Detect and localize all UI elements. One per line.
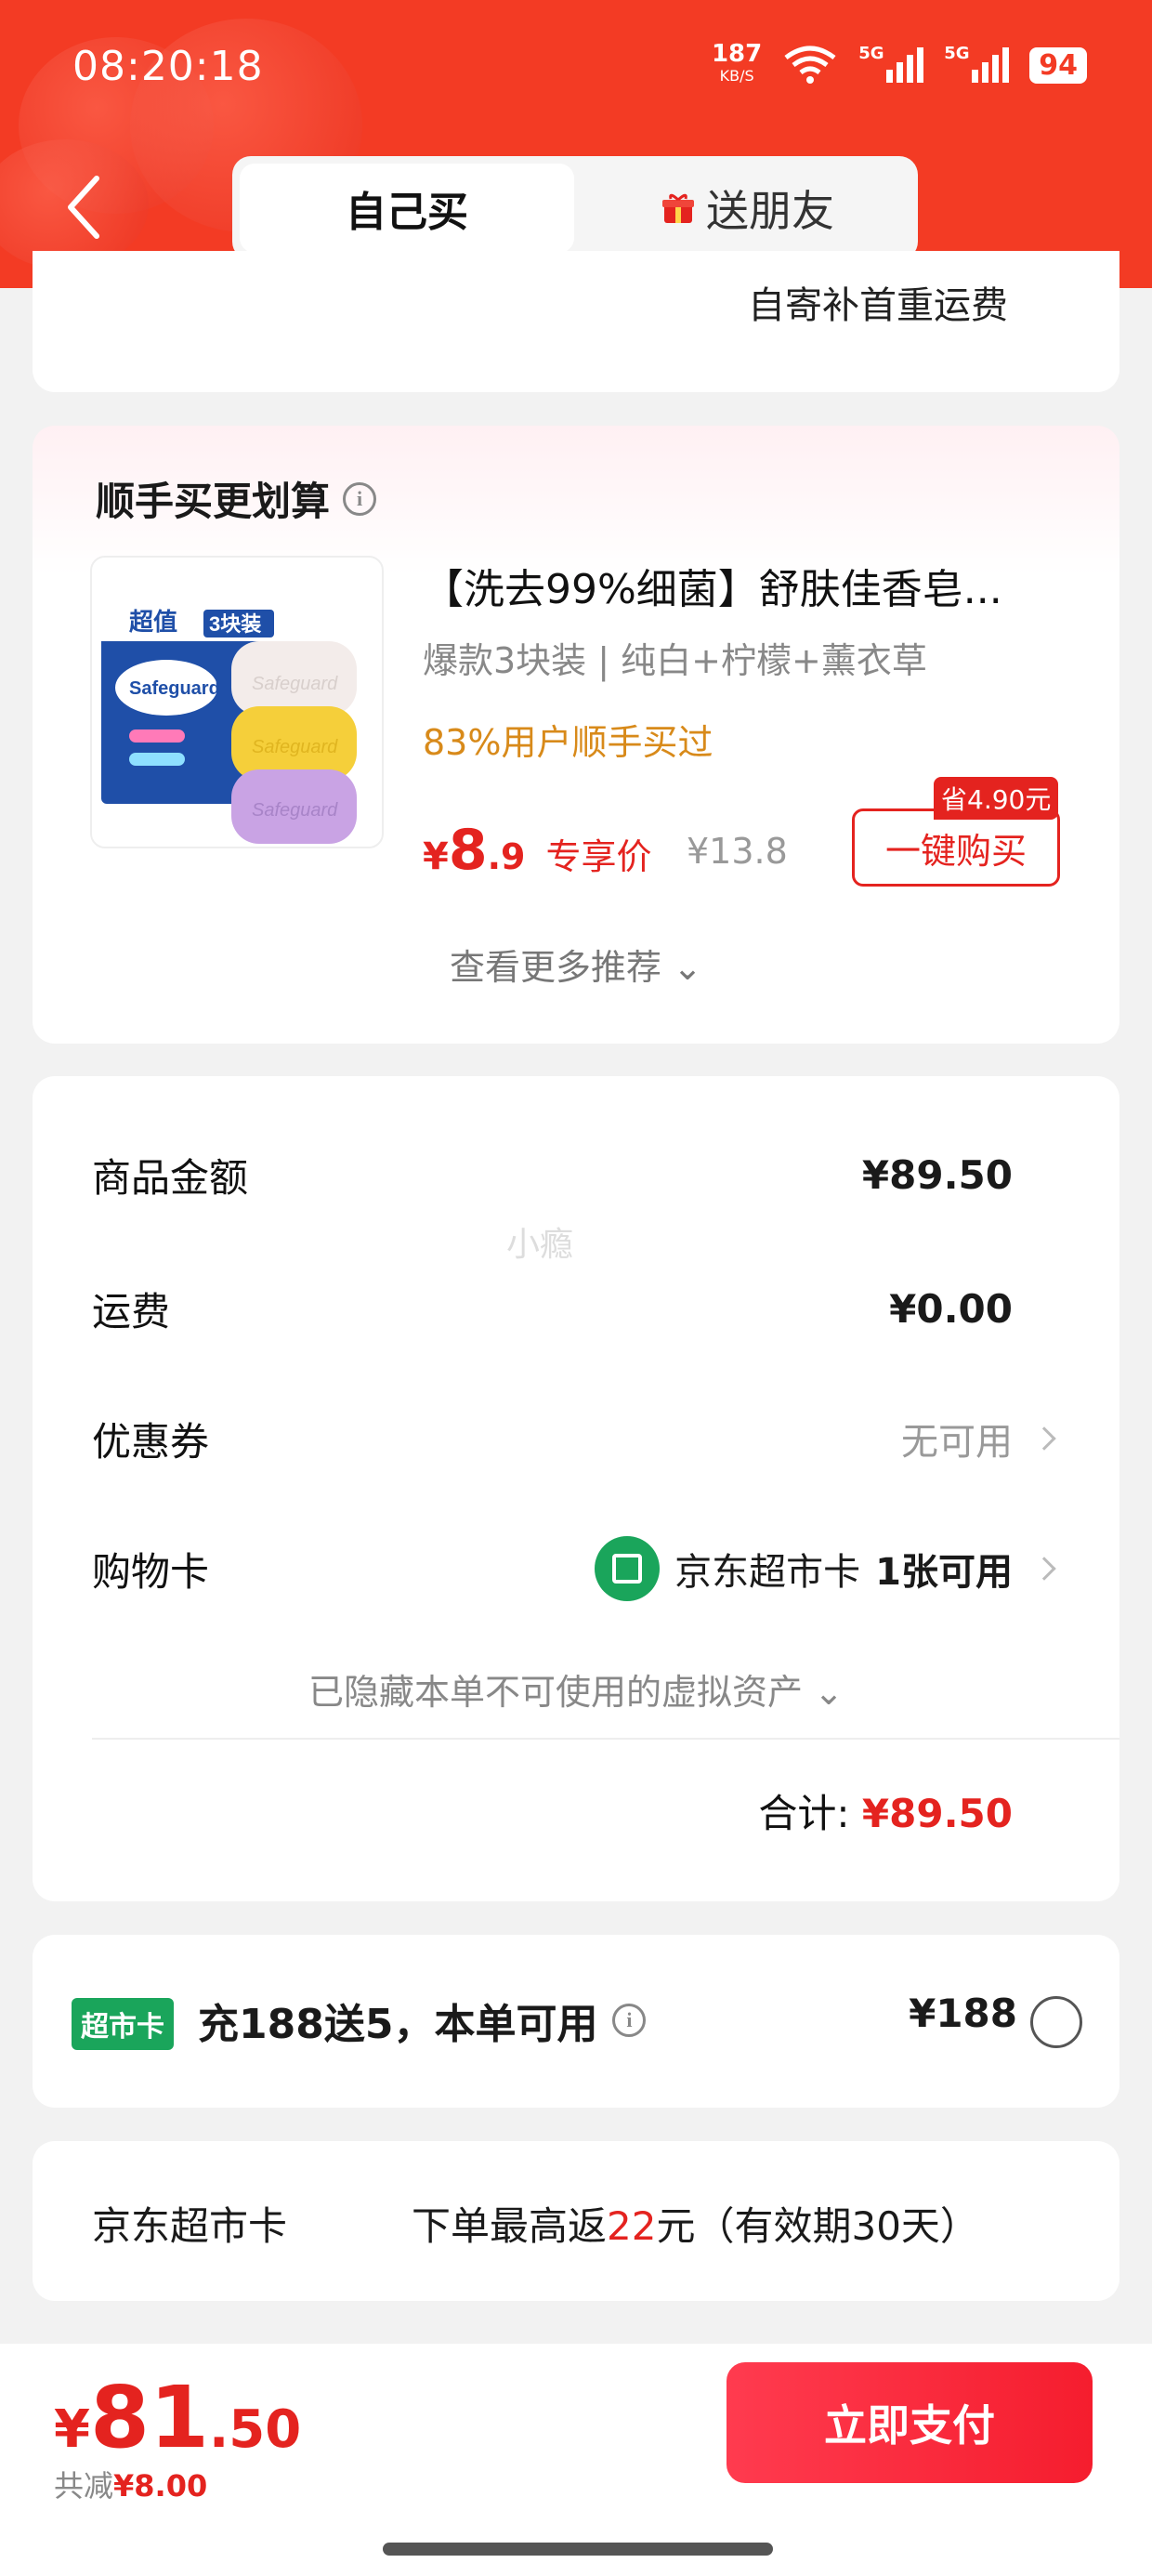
- recommend-title: 顺手买更划算 i: [96, 470, 377, 527]
- product-price: ¥ 8 .9 专享价: [423, 818, 652, 883]
- price-currency: ¥: [423, 835, 449, 878]
- market-card-desc: 充188送5，本单可用: [198, 2001, 598, 2048]
- jd-card-icon: [595, 1536, 661, 1601]
- signal-label: 5G: [944, 44, 970, 63]
- recommend-title-text: 顺手买更划算: [96, 479, 331, 524]
- pay-integer: 81: [89, 2368, 209, 2467]
- goods-amount-row: 商品金额 ¥89.50: [92, 1137, 1119, 1212]
- total-value: ¥89.50: [861, 1791, 1013, 1836]
- price-tag: 专享价: [545, 836, 652, 877]
- saved-value: ¥8.00: [113, 2468, 208, 2504]
- total: 合计: ¥89.50: [758, 1782, 1013, 1839]
- divider: [92, 1738, 1119, 1740]
- svg-text:Safeguard: Safeguard: [252, 674, 338, 694]
- shipping-note-card: 自寄补首重运费: [33, 251, 1119, 392]
- status-icons: 187 KB/S 5G 5G 94: [711, 40, 1087, 87]
- back-arrow-icon[interactable]: [65, 175, 102, 240]
- net-speed: 187 KB/S: [711, 40, 763, 87]
- market-card-text: 充188送5，本单可用 i: [198, 1991, 647, 2050]
- net-speed-value: 187: [711, 40, 763, 68]
- recommend-card: 顺手买更划算 i 超值 3块装 Safeguard Safeguard Safe…: [33, 426, 1119, 1044]
- info-icon[interactable]: i: [612, 2004, 647, 2037]
- price-integer: 8: [448, 818, 488, 883]
- saved-amount: 共减¥8.00: [54, 2463, 207, 2505]
- bottom-pay-bar: ¥ 81 .50 共减¥8.00 立即支付: [0, 2344, 1152, 2576]
- svg-text:Safeguard: Safeguard: [252, 800, 338, 821]
- tab-self-buy[interactable]: 自己买: [240, 164, 574, 253]
- jd-card-label: 京东超市卡: [92, 2203, 288, 2249]
- jd-card-avail: 1张可用: [875, 1551, 1013, 1594]
- product-image[interactable]: 超值 3块装 Safeguard Safeguard Safeguard Saf…: [90, 556, 384, 848]
- jd-card-cashback: 京东超市卡 下单最高返22元（有效期30天）: [33, 2141, 1119, 2301]
- coupon-value: 无可用: [901, 1421, 1013, 1464]
- coupon-label: 优惠券: [92, 1418, 210, 1465]
- saved-label: 共减: [54, 2468, 114, 2504]
- battery-icon: 94: [1029, 46, 1087, 84]
- order-summary-card: 小瘾 商品金额 ¥89.50 运费 ¥0.00 优惠券 无可用 购物卡 京东超市…: [33, 1076, 1119, 1901]
- chevron-right-icon: [1032, 1557, 1056, 1581]
- status-time: 08:20:18: [72, 43, 264, 90]
- tab-gift-friend[interactable]: 送朋友: [585, 164, 910, 253]
- signal-icon: 5G: [944, 44, 1010, 83]
- shopping-card-label: 购物卡: [92, 1548, 210, 1595]
- pay-decimal: .50: [209, 2399, 302, 2460]
- cashback-suffix: 元（有效期30天）: [656, 2203, 979, 2249]
- original-price: ¥13.8: [687, 831, 788, 872]
- info-icon[interactable]: i: [343, 481, 377, 516]
- signal-label: 5G: [858, 44, 884, 63]
- market-card-promo[interactable]: 超市卡 充188送5，本单可用 i ¥188: [33, 1935, 1119, 2108]
- hidden-assets-toggle[interactable]: 已隐藏本单不可使用的虚拟资产 ⌄: [33, 1663, 1119, 1715]
- home-indicator[interactable]: [383, 2543, 773, 2556]
- box-text-value: 超值: [129, 608, 177, 636]
- shipping-row: 运费 ¥0.00: [92, 1271, 1119, 1346]
- cashback-amount: 22: [607, 2203, 657, 2249]
- jd-card-cashback-text: 下单最高返22元（有效期30天）: [412, 2195, 979, 2252]
- svg-text:Safeguard: Safeguard: [252, 737, 338, 757]
- shipping-label: 运费: [92, 1288, 171, 1334]
- market-card-price: ¥188: [909, 1991, 1017, 2036]
- gift-icon: [662, 193, 694, 223]
- price-decimal: .9: [487, 836, 526, 877]
- shipping-value: ¥0.00: [889, 1285, 1013, 1332]
- market-card-badge: 超市卡: [72, 1998, 174, 2050]
- pay-amount: ¥ 81 .50: [54, 2368, 301, 2467]
- net-speed-unit: KB/S: [719, 67, 754, 85]
- soap-box-image: 超值 3块装 Safeguard Safeguard Safeguard Saf…: [101, 604, 357, 844]
- header: 08:20:18 187 KB/S 5G 5G 94 自己买 送朋友: [0, 0, 1152, 288]
- market-card-radio[interactable]: [1030, 1996, 1082, 2048]
- cashback-prefix: 下单最高返: [412, 2203, 608, 2249]
- product-popularity: 83%用户顺手买过: [423, 722, 713, 763]
- watermark: 小瘾: [506, 1226, 574, 1264]
- box-brand: Safeguard: [129, 678, 220, 699]
- shopping-card-row[interactable]: 购物卡 京东超市卡 1张可用: [92, 1531, 1119, 1606]
- coupon-row[interactable]: 优惠券 无可用: [92, 1401, 1119, 1476]
- more-recommend-link[interactable]: 查看更多推荐 ⌄: [33, 939, 1119, 990]
- signal-icon: 5G: [858, 44, 924, 83]
- pay-now-button[interactable]: 立即支付: [727, 2362, 1093, 2483]
- box-text-count: 3块装: [209, 612, 261, 636]
- chevron-right-icon: [1032, 1426, 1056, 1451]
- save-badge: 省4.90元: [934, 777, 1059, 820]
- purchase-mode-switch: 自己买 送朋友: [232, 156, 918, 260]
- one-click-buy-button[interactable]: 一键购买: [852, 808, 1060, 887]
- product-name[interactable]: 【洗去99%细菌】舒肤佳香皂...: [423, 556, 1092, 615]
- jd-card-name: 京东超市卡: [674, 1551, 861, 1594]
- pay-currency: ¥: [54, 2399, 90, 2460]
- wifi-icon: [784, 46, 836, 84]
- product-spec: 爆款3块装 | 纯白+柠檬+薰衣草: [423, 640, 927, 681]
- jd-card-info: 京东超市卡 1张可用: [595, 1536, 1013, 1601]
- shipping-note: 自寄补首重运费: [748, 284, 1008, 327]
- tab-gift-label: 送朋友: [706, 186, 834, 236]
- goods-amount-value: ¥89.50: [861, 1151, 1013, 1198]
- total-label: 合计:: [758, 1791, 850, 1836]
- goods-amount-label: 商品金额: [92, 1154, 249, 1201]
